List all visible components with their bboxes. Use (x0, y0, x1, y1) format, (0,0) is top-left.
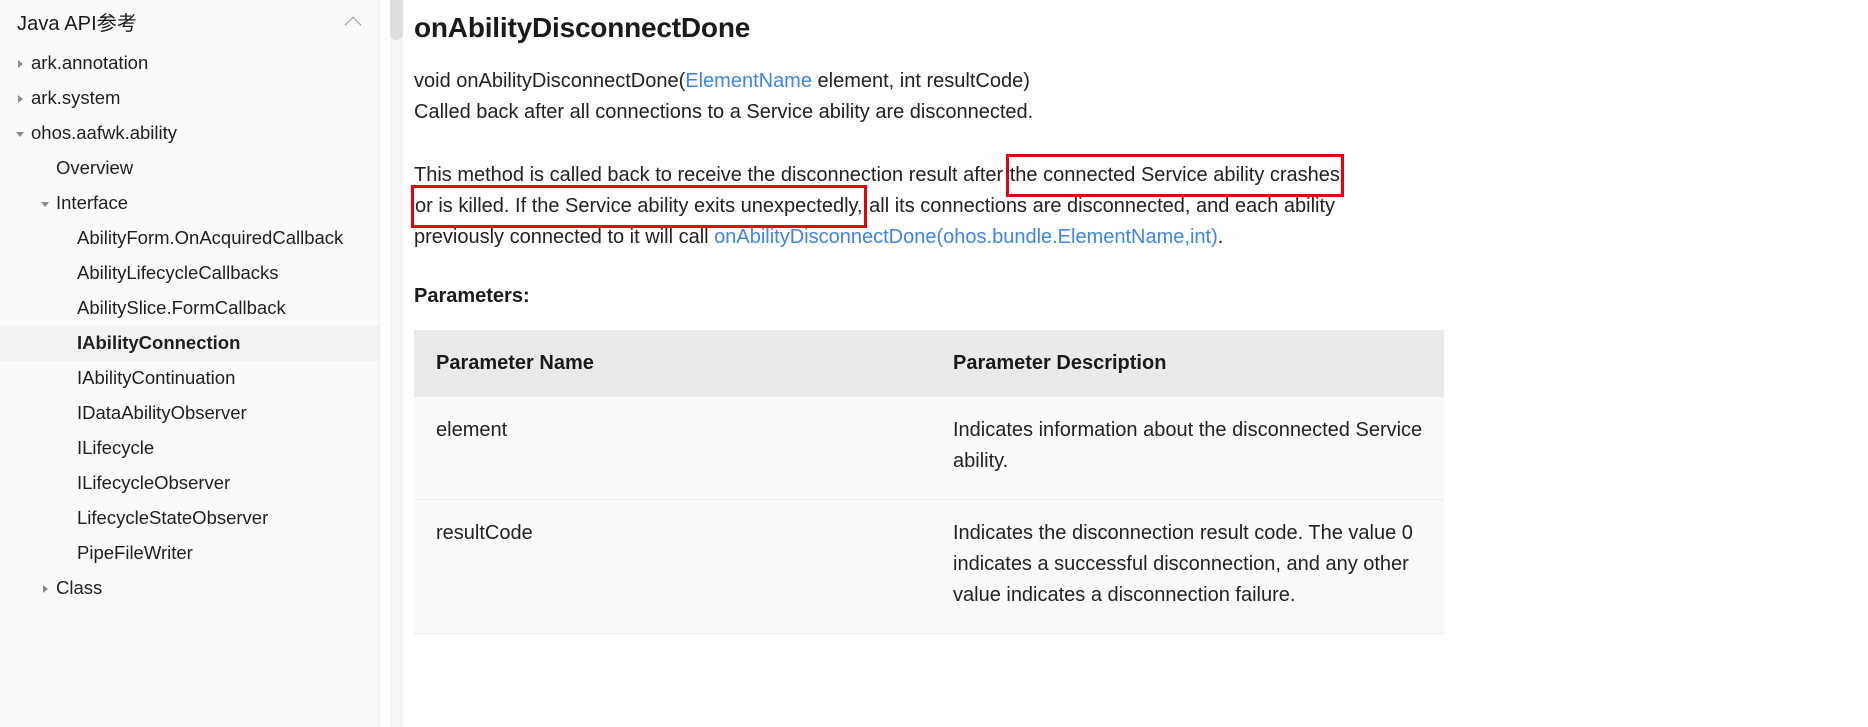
sidebar-item-label: IDataAbilityObserver (77, 402, 247, 424)
sidebar-item-abilityslice-formcallback[interactable]: AbilitySlice.FormCallback (0, 291, 379, 326)
page-title: onAbilityDisconnectDone (414, 12, 751, 43)
description-line-1-text: This method is called back to receive th… (414, 164, 1009, 186)
sidebar-item-idataabilityobserver[interactable]: IDataAbilityObserver (0, 396, 379, 431)
sidebar-item-label: ark.annotation (31, 52, 149, 74)
sidebar-item-abilitylifecyclecallbacks[interactable]: AbilityLifecycleCallbacks (0, 256, 379, 291)
signature-suffix: element, int resultCode) (811, 70, 1030, 92)
sidebar-item-label: AbilitySlice.FormCallback (77, 297, 286, 319)
sidebar-item-abilityform-onacquiredcallback[interactable]: AbilityForm.OnAcquiredCallback (0, 221, 379, 256)
sidebar-item-label: IAbilityConnection (77, 332, 241, 354)
sidebar-item-label: Overview (56, 157, 134, 179)
sidebar-header: Java API参考 (0, 0, 379, 42)
sidebar-item-label: ILifecycleObserver (77, 472, 231, 494)
sidebar-item-label: IAbilityContinuation (77, 367, 236, 389)
scrollbar-gutter (380, 0, 404, 727)
sidebar-item-pipefilewriter[interactable]: PipeFileWriter (0, 536, 379, 571)
table-header-row: Parameter Name Parameter Description (414, 330, 1444, 397)
parameters-heading: Parameters: (414, 285, 530, 307)
parameter-description-cell: Indicates information about the disconne… (931, 397, 1444, 500)
sidebar-item-iabilitycontinuation[interactable]: IAbilityContinuation (0, 361, 379, 396)
sidebar-item-overview[interactable]: Overview (0, 151, 379, 186)
api-docs-page: Java API参考 ark.annotation ark.system ohos.… (0, 0, 1868, 727)
sidebar-item-label: ohos.aafwk.ability (31, 122, 178, 144)
sidebar-item-interface[interactable]: Interface (0, 186, 379, 221)
sidebar-item-lifecyclestateobserver[interactable]: LifecycleStateObserver (0, 501, 379, 536)
description-line-3: previously connected to it will call onA… (414, 222, 1444, 253)
triangle-right-icon[interactable] (13, 56, 29, 72)
column-header-parameter-description: Parameter Description (931, 330, 1444, 397)
api-method-doc: onAbilityDisconnectDone void onAbilityDi… (411, 0, 1474, 634)
column-header-parameter-name: Parameter Name (414, 330, 931, 397)
content-scrollbar-thumb[interactable] (390, 0, 403, 40)
sidebar-navigation: Java API参考 ark.annotation ark.system ohos.… (0, 0, 380, 727)
triangle-right-icon[interactable] (13, 91, 29, 107)
highlight-text-2: or is killed. If the Service ability exi… (415, 195, 863, 217)
description-line-2-text: all its connections are disconnected, an… (863, 195, 1336, 217)
signature-prefix: void onAbilityDisconnectDone( (414, 70, 686, 92)
sidebar-item-label: LifecycleStateObserver (77, 507, 269, 529)
table-row: resultCode Indicates the disconnection re… (414, 499, 1444, 634)
parameters-table-body: element Indicates information about the d… (414, 397, 1444, 634)
sidebar-item-ark-annotation[interactable]: ark.annotation (0, 46, 379, 81)
sidebar-title: Java API参考 (17, 12, 137, 35)
on-ability-disconnect-done-link[interactable]: onAbilityDisconnectDone(ohos.bundle.Elem… (714, 226, 1218, 248)
parameter-description-cell: Indicates the disconnection result code.… (931, 499, 1444, 634)
sidebar-item-ilifecycle[interactable]: ILifecycle (0, 431, 379, 466)
triangle-down-icon[interactable] (38, 196, 54, 212)
sidebar-item-ohos-aafwk-ability[interactable]: ohos.aafwk.ability (0, 116, 379, 151)
sidebar-item-label: AbilityForm.OnAcquiredCallback (77, 227, 344, 249)
sidebar-item-class[interactable]: Class (0, 571, 379, 606)
sidebar-item-label: ILifecycle (77, 437, 155, 459)
description-line-2: or is killed. If the Service ability exi… (411, 185, 1444, 228)
sidebar-item-ilifecycleobserver[interactable]: ILifecycleObserver (0, 466, 379, 501)
main-content: onAbilityDisconnectDone void onAbilityDi… (404, 0, 1868, 727)
method-signature: void onAbilityDisconnectDone(ElementName… (414, 66, 1474, 97)
parameters-table: Parameter Name Parameter Description ele… (414, 330, 1444, 634)
sidebar-tree: ark.annotation ark.system ohos.aafwk.abili… (0, 42, 379, 606)
sidebar-item-label: Interface (56, 192, 128, 214)
sidebar-item-ark-system[interactable]: ark.system (0, 81, 379, 116)
description-line-1: This method is called back to receive th… (414, 154, 1444, 197)
chevron-up-icon[interactable] (343, 10, 365, 32)
annotation-highlight-box-1: the connected Service ability crashes (1005, 154, 1345, 197)
triangle-down-icon[interactable] (13, 126, 29, 142)
sidebar-item-label: AbilityLifecycleCallbacks (77, 262, 279, 284)
element-name-link[interactable]: ElementName (685, 70, 812, 92)
sidebar-item-iabilityconnection[interactable]: IAbilityConnection (0, 326, 379, 361)
parameter-name-cell: resultCode (414, 499, 931, 634)
content-scrollbar-track[interactable] (390, 0, 403, 727)
description-line-3-text: previously connected to it will call (414, 226, 715, 248)
sidebar-item-label: PipeFileWriter (77, 542, 193, 564)
method-summary: Called back after all connections to a S… (414, 101, 1034, 123)
triangle-right-icon[interactable] (38, 581, 54, 597)
sidebar-item-label: Class (56, 577, 103, 599)
sidebar-item-label: ark.system (31, 87, 121, 109)
highlight-text-1: the connected Service ability crashes (1009, 164, 1340, 186)
table-row: element Indicates information about the d… (414, 397, 1444, 500)
description-line-3-period: . (1217, 226, 1224, 248)
parameter-name-cell: element (414, 397, 931, 500)
method-signature-block: void onAbilityDisconnectDone(ElementName… (414, 66, 1474, 128)
method-description: This method is called back to receive th… (411, 154, 1444, 253)
annotation-highlight-box-2: or is killed. If the Service ability exi… (411, 185, 867, 228)
